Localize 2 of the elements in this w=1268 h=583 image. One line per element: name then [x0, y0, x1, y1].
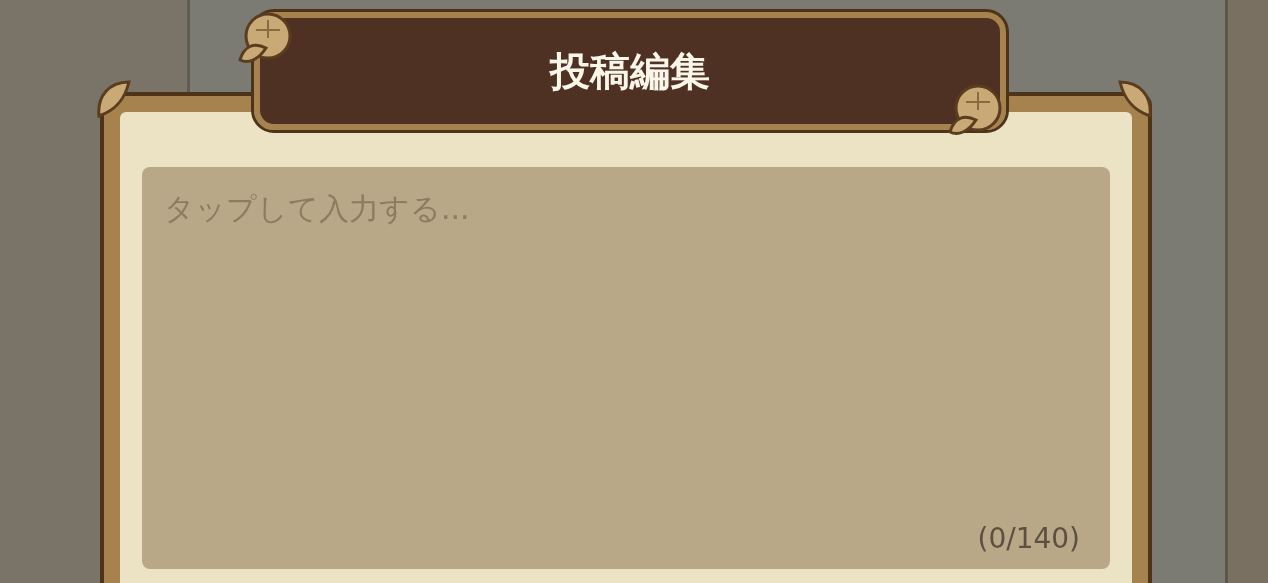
dialog-title: 投稿編集 — [550, 46, 710, 96]
character-counter: (0/140) — [977, 522, 1080, 555]
